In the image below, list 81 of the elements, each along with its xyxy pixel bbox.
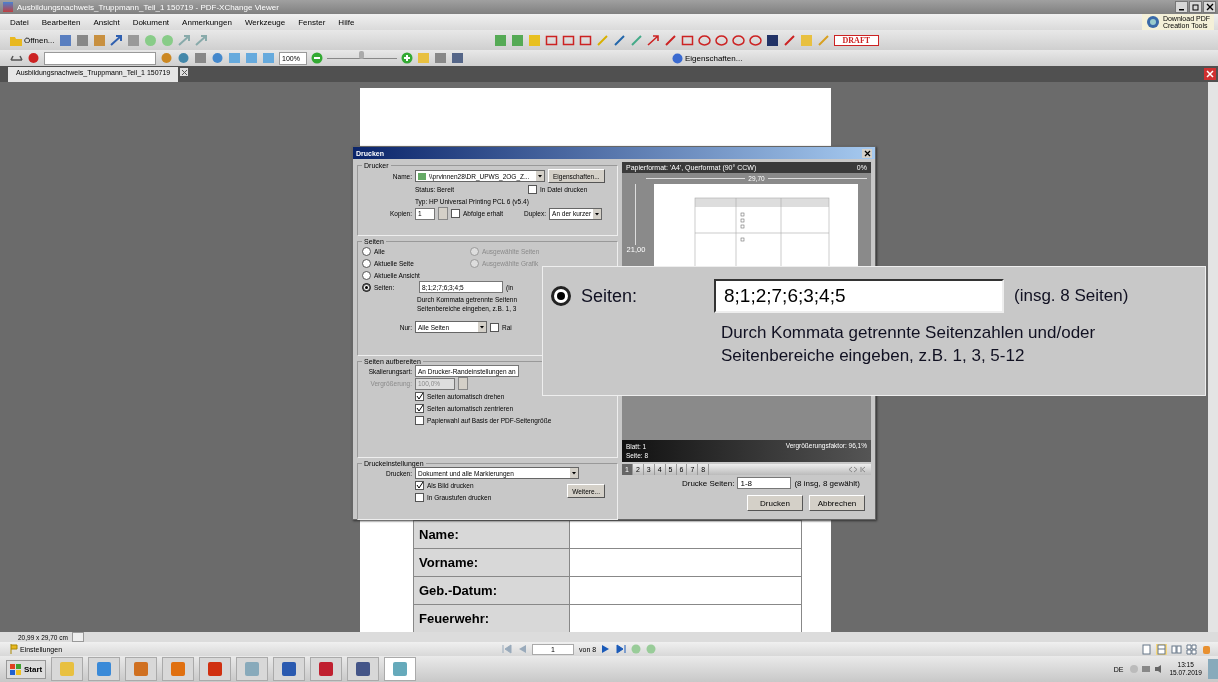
menu-item[interactable]: Datei — [10, 17, 29, 27]
form-label: Vorname: — [414, 549, 570, 576]
close-button[interactable] — [180, 68, 189, 76]
ellipse-icon[interactable] — [697, 33, 711, 47]
radio-button[interactable] — [551, 286, 571, 306]
checkbox[interactable] — [490, 322, 499, 332]
caret-icon — [593, 208, 602, 219]
spin-button[interactable] — [458, 377, 468, 390]
rectangle-icon[interactable] — [544, 33, 558, 47]
menu-item[interactable]: Hilfe — [338, 17, 355, 27]
close-icon — [863, 149, 871, 157]
first-page-icon[interactable] — [502, 644, 513, 654]
properties-button[interactable]: Eigenschaften... — [672, 52, 743, 64]
field-label: Drucke Seiten: — [681, 478, 735, 488]
window-title: Ausbildungsnachweis_Truppmann_Teil_1 150719 - PDF-XChange Viewer — [17, 2, 279, 12]
restore-icon — [1191, 3, 1200, 11]
zoom-out-icon[interactable] — [311, 52, 323, 64]
undo-icon[interactable] — [177, 33, 191, 47]
zoom-in-icon[interactable] — [401, 52, 413, 64]
checkbox[interactable] — [415, 480, 424, 490]
dialog-button[interactable]: Drucken — [747, 495, 803, 511]
print-pages-field[interactable]: 1-8 — [737, 477, 792, 489]
windows-logo-icon — [10, 663, 22, 675]
open-button[interactable]: Öffnen... — [10, 34, 55, 46]
checkbox[interactable] — [528, 184, 537, 194]
rectangle-icon[interactable] — [561, 33, 575, 47]
start-button[interactable]: Start — [6, 659, 47, 679]
minimize-button[interactable] — [1175, 1, 1188, 13]
grid-pages-icon[interactable] — [1186, 643, 1197, 655]
arrow-icon[interactable] — [646, 33, 660, 47]
app-icon — [3, 2, 13, 12]
ruler-line — [635, 184, 637, 245]
close-icon — [1205, 3, 1214, 11]
arrow-icon[interactable] — [109, 33, 123, 47]
close-button[interactable] — [1203, 1, 1216, 13]
form-label: Feuerwehr: — [414, 605, 570, 632]
checkbox[interactable] — [451, 209, 460, 218]
page-range-field[interactable]: 8;1;2;7;6;3;4;5 — [714, 279, 1004, 313]
scrollbar[interactable] — [1208, 82, 1218, 632]
dialog-button[interactable]: Abbrechen — [809, 495, 865, 511]
slider-thumb[interactable] — [359, 50, 364, 59]
last-page-icon[interactable] — [616, 644, 627, 654]
menu-item[interactable]: Bearbeiten — [41, 17, 81, 27]
redo-icon[interactable] — [194, 33, 208, 47]
scrollbar[interactable] — [71, 632, 84, 642]
radio-button[interactable] — [362, 246, 371, 256]
caret-icon — [570, 468, 578, 478]
single-page-icon[interactable] — [1141, 643, 1152, 655]
line-icon[interactable] — [663, 33, 677, 47]
checkbox[interactable] — [415, 415, 424, 425]
hint-text: Durch Kommata getrennte Seitenzahlen und/oder Seitenbereiche eingeben, z.B. 1, 3, 5-12 — [721, 322, 1097, 367]
selection-count-text: (8 insg, 8 gewählt) — [794, 478, 860, 488]
caret-icon — [478, 322, 486, 332]
close-icon — [1206, 70, 1214, 78]
facing-pages-icon[interactable] — [1171, 643, 1182, 655]
form-label: Name: — [414, 521, 570, 548]
checkbox[interactable] — [415, 492, 424, 502]
radio-label: Seiten: — [581, 285, 639, 307]
checkbox[interactable] — [415, 391, 424, 401]
menu-item[interactable]: Ansicht — [93, 17, 120, 27]
flag-icon — [10, 644, 18, 654]
menu-item[interactable]: Anmerkungen — [182, 17, 232, 27]
page-count-text: (insg. 8 Seiten) — [1014, 286, 1129, 306]
menu-item[interactable]: Fenster — [298, 17, 326, 27]
form-label: Geb.-Datum: — [414, 577, 570, 604]
search-field[interactable] — [44, 51, 156, 65]
rectangle-icon[interactable] — [578, 33, 592, 47]
stamp-button[interactable]: DRAFT — [833, 34, 880, 46]
previous-page-icon[interactable] — [517, 644, 528, 654]
continuous-page-icon[interactable] — [1156, 643, 1167, 655]
rectangle-icon[interactable] — [680, 33, 694, 47]
folder-icon — [10, 34, 22, 46]
menu-item[interactable]: Dokument — [132, 17, 170, 27]
restore-button[interactable] — [1189, 1, 1202, 13]
menu-item[interactable]: Werkzeuge — [244, 17, 286, 27]
caret-icon — [536, 171, 544, 181]
radio-button[interactable] — [362, 258, 371, 268]
close-button[interactable] — [862, 148, 872, 158]
tray-icons-drawing — [1129, 664, 1164, 674]
checkbox[interactable] — [415, 403, 424, 413]
radio-button[interactable] — [362, 270, 371, 280]
